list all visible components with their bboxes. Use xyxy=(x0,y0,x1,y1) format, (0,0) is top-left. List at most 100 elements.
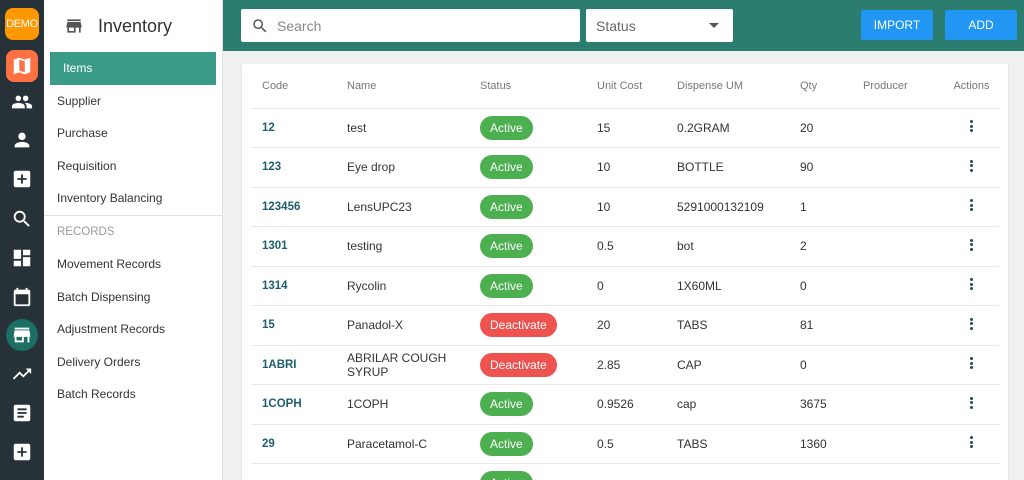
header-name[interactable]: Name xyxy=(347,64,480,109)
status-select[interactable]: Status xyxy=(586,9,733,42)
more-options-icon[interactable] xyxy=(969,435,974,450)
sidebar-item-adjustment-records[interactable]: Adjustment Records xyxy=(44,313,222,346)
more-options-icon[interactable] xyxy=(969,316,974,331)
cell-name: test xyxy=(347,108,480,148)
records-section-label: RECORDS xyxy=(57,225,115,238)
cell-code: 15 xyxy=(251,305,347,346)
table-row[interactable]: 1COPH 1COPH Active 0.9526 cap 3675 xyxy=(251,384,999,425)
cell-unit-cost: 0.5 xyxy=(597,226,677,267)
cell-actions xyxy=(944,266,999,306)
cell-unit-cost xyxy=(597,463,677,480)
cell-unit-cost: 20 xyxy=(597,305,677,346)
search-input[interactable] xyxy=(277,17,567,34)
table-row[interactable]: 1ABRI ABRILAR COUGH SYRUP Deactivate 2.85 CA… xyxy=(251,345,999,385)
cell-qty: 1 xyxy=(800,187,863,227)
header-unit-cost[interactable]: Unit Cost xyxy=(597,64,677,109)
cell-status: Active xyxy=(480,108,597,148)
cell-dispense-um: 5291000132109 xyxy=(677,187,800,227)
table-row[interactable]: 1314 Rycolin Active 0 1X60ML 0 xyxy=(251,266,999,306)
header-qty[interactable]: Qty xyxy=(800,64,863,109)
top-bar: Status IMPORT ADD xyxy=(223,0,1024,51)
status-badge: Deactivate xyxy=(480,352,557,377)
search-box xyxy=(241,9,580,42)
table-row[interactable]: 123 Eye drop Active 10 BOTTLE 90 xyxy=(251,147,999,188)
more-options-icon[interactable] xyxy=(969,198,974,213)
status-badge: Deactivate xyxy=(480,313,557,338)
store-icon[interactable] xyxy=(6,319,38,351)
more-options-icon[interactable] xyxy=(969,237,974,252)
cell-unit-cost: 0.9526 xyxy=(597,384,677,425)
demo-badge[interactable]: DEMO xyxy=(5,8,39,40)
status-badge: Active xyxy=(480,431,533,456)
medical-plus-icon[interactable] xyxy=(6,163,38,195)
cell-dispense-um: BOTTLE xyxy=(677,147,800,188)
cell-actions xyxy=(944,345,999,385)
table-row[interactable]: 123456 LensUPC23 Active 10 5291000132109 1 xyxy=(251,187,999,227)
add-button[interactable]: ADD xyxy=(945,10,1017,40)
status-badge: Active xyxy=(480,155,533,180)
more-options-icon[interactable] xyxy=(969,158,974,173)
table-row[interactable]: 29 Paracetamol-C Active 0.5 TABS 1360 xyxy=(251,424,999,464)
sidebar-nav: Items Supplier Purchase Requisition Inve… xyxy=(44,52,222,215)
import-button[interactable]: IMPORT xyxy=(861,10,933,40)
map-icon[interactable] xyxy=(6,50,38,82)
table-row[interactable]: 15 Panadol-X Deactivate 20 TABS 81 xyxy=(251,305,999,346)
cell-status: Active xyxy=(480,424,597,464)
more-options-icon[interactable] xyxy=(969,119,974,134)
more-options-icon[interactable] xyxy=(969,277,974,292)
cell-status: Active xyxy=(480,463,597,480)
more-options-icon[interactable] xyxy=(969,356,974,371)
cell-dispense-um: TABS xyxy=(677,305,800,346)
cell-dispense-um: bot xyxy=(677,226,800,267)
calendar-icon[interactable] xyxy=(6,281,38,313)
users-icon[interactable] xyxy=(6,86,38,118)
cell-producer xyxy=(863,463,944,480)
table-row[interactable]: 12 test Active 15 0.2GRAM 20 xyxy=(251,108,999,148)
medical-plus-icon[interactable] xyxy=(6,436,38,468)
icon-rail: DEMO xyxy=(0,0,44,480)
cell-qty: 1360 xyxy=(800,424,863,464)
sidebar-item-movement-records[interactable]: Movement Records xyxy=(44,248,222,281)
cell-status: Active xyxy=(480,384,597,425)
status-badge: Active xyxy=(480,392,533,417)
header-code[interactable]: Code xyxy=(251,64,347,109)
search-icon[interactable] xyxy=(6,203,38,235)
cell-actions xyxy=(944,463,999,480)
cell-name: ABRILAR COUGH SYRUP xyxy=(347,345,480,385)
sidebar-item-delivery-orders[interactable]: Delivery Orders xyxy=(44,346,222,379)
sidebar-item-supplier[interactable]: Supplier xyxy=(44,85,222,118)
header-status[interactable]: Status xyxy=(480,64,597,109)
status-badge: Active xyxy=(480,234,533,259)
sidebar-item-batch-dispensing[interactable]: Batch Dispensing xyxy=(44,281,222,314)
cell-producer xyxy=(863,266,944,306)
cell-producer xyxy=(863,187,944,227)
receipt-icon[interactable] xyxy=(6,397,38,429)
more-options-icon[interactable] xyxy=(969,395,974,410)
table-header-row: Code Name Status Unit Cost Dispense UM Q… xyxy=(251,64,999,109)
cell-code: 1301 xyxy=(251,226,347,267)
sidebar-item-requisition[interactable]: Requisition xyxy=(44,150,222,183)
table-row[interactable]: Active xyxy=(251,463,999,480)
dashboard-icon[interactable] xyxy=(6,242,38,274)
status-badge: Active xyxy=(480,194,533,219)
sidebar-item-items[interactable]: Items xyxy=(50,52,216,85)
status-select-value: Status xyxy=(596,17,636,34)
sidebar-item-batch-records[interactable]: Batch Records xyxy=(44,378,222,411)
cell-producer xyxy=(863,424,944,464)
sidebar-item-purchase[interactable]: Purchase xyxy=(44,117,222,150)
table-row[interactable]: 1301 testing Active 0.5 bot 2 xyxy=(251,226,999,267)
cell-producer xyxy=(863,108,944,148)
cell-dispense-um: 1X60ML xyxy=(677,266,800,306)
person-icon[interactable] xyxy=(6,124,38,156)
cell-unit-cost: 0.5 xyxy=(597,424,677,464)
table-body: 12 test Active 15 0.2GRAM 20 123 Eye drop Active… xyxy=(251,108,999,480)
header-dispense-um[interactable]: Dispense UM xyxy=(677,64,800,109)
cell-dispense-um: cap xyxy=(677,384,800,425)
header-producer[interactable]: Producer xyxy=(863,64,944,109)
items-table: Code Name Status Unit Cost Dispense UM Q… xyxy=(251,64,999,480)
cell-code: 1COPH xyxy=(251,384,347,425)
cell-qty: 0 xyxy=(800,345,863,385)
cell-producer xyxy=(863,345,944,385)
trending-icon[interactable] xyxy=(6,358,38,390)
sidebar-item-inventory-balancing[interactable]: Inventory Balancing xyxy=(44,182,222,215)
